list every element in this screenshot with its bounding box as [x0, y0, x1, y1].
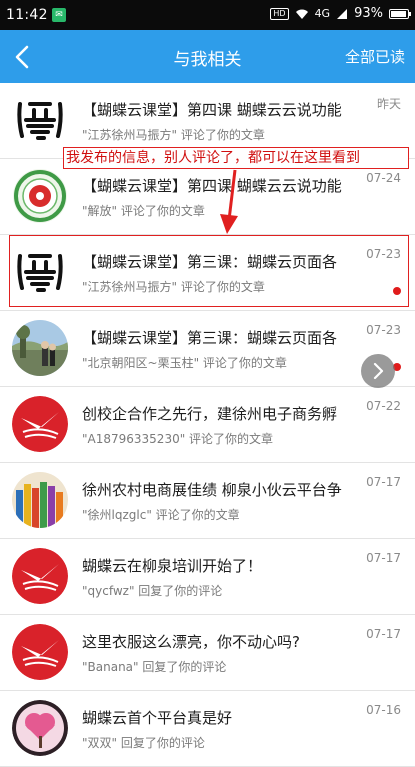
heart-tree-avatar-icon	[12, 700, 68, 756]
avatar	[12, 548, 68, 604]
butterfly-cloud-logo-icon	[12, 548, 68, 604]
item-subtitle: "双双" 回复了你的评论	[82, 736, 205, 750]
status-time: 11:42	[6, 7, 48, 23]
avatar	[12, 320, 68, 376]
item-title: 【蝴蝶云课堂】第三课：蝴蝶云页面各	[82, 329, 338, 347]
pencils-avatar-icon	[12, 472, 68, 528]
chevron-right-icon	[373, 362, 384, 380]
photo-avatar-icon	[12, 320, 68, 376]
avatar	[12, 624, 68, 680]
item-subtitle: "江苏徐州马振方" 评论了你的文章	[82, 128, 265, 142]
avatar	[12, 396, 68, 452]
network-type: 4G	[314, 7, 331, 20]
list-item[interactable]: 【蝴蝶云课堂】第四课 蝴蝶云云说功能 "解放" 评论了你的文章 07-24	[0, 159, 415, 235]
item-date: 07-17	[366, 475, 401, 489]
item-title: 创校企合作之先行，建徐州电子商务孵	[82, 405, 338, 423]
avatar	[12, 472, 68, 528]
item-date: 07-23	[366, 323, 401, 337]
item-subtitle: "A18796335230" 评论了你的文章	[82, 432, 274, 446]
hd-badge: HD	[270, 7, 289, 20]
annotation-highlight-box	[9, 235, 409, 307]
list-item[interactable]: 创校企合作之先行，建徐州电子商务孵 "A18796335230" 评论了你的文章…	[0, 387, 415, 463]
wifi-icon	[295, 9, 308, 19]
item-subtitle: "Banana" 回复了你的评论	[82, 660, 227, 674]
item-title: 徐州农村电商展佳绩 柳泉小伙云平台争	[82, 481, 342, 499]
item-date: 07-16	[366, 703, 401, 717]
battery-percent: 93%	[354, 6, 383, 21]
app-header: 与我相关 全部已读	[0, 30, 415, 83]
butterfly-cloud-logo-icon	[12, 624, 68, 680]
item-subtitle: "徐州lqzglc" 评论了你的文章	[82, 508, 240, 522]
list-item[interactable]: 徐州农村电商展佳绩 柳泉小伙云平台争 "徐州lqzglc" 评论了你的文章 07…	[0, 463, 415, 539]
item-date: 07-24	[366, 171, 401, 185]
item-date: 昨天	[376, 97, 401, 111]
item-date: 07-17	[366, 551, 401, 565]
item-title: 这里衣服这么漂亮，你不动心吗?	[82, 633, 300, 651]
butterfly-cloud-logo-icon	[12, 396, 68, 452]
avatar	[12, 168, 68, 224]
seal-logo-icon	[12, 92, 68, 148]
list-item[interactable]: 蝴蝶云首个平台真是好 "双双" 回复了你的评论 07-16	[0, 691, 415, 767]
annotation-arrow-icon	[220, 169, 238, 234]
notification-icon: ✉	[52, 8, 66, 22]
item-date: 07-22	[366, 399, 401, 413]
item-date: 07-17	[366, 627, 401, 641]
avatar	[12, 700, 68, 756]
item-subtitle: "qycfwz" 回复了你的评论	[82, 584, 223, 598]
avatar	[12, 92, 68, 148]
list-item[interactable]: 【蝴蝶云课堂】第三课：蝴蝶云页面各 "北京朝阳区~栗玉柱" 评论了你的文章 07…	[0, 311, 415, 387]
signal-icon	[337, 8, 348, 19]
item-title: 蝴蝶云首个平台真是好	[82, 709, 233, 727]
item-subtitle: "北京朝阳区~栗玉柱" 评论了你的文章	[82, 356, 287, 370]
next-page-button[interactable]	[361, 354, 395, 388]
item-title: 蝴蝶云在柳泉培训开始了！	[82, 557, 263, 575]
list-item[interactable]: 这里衣服这么漂亮，你不动心吗? "Banana" 回复了你的评论 07-17	[0, 615, 415, 691]
status-bar: 11:42 ✉ HD 4G 93%	[0, 0, 415, 30]
mark-all-read-button[interactable]: 全部已读	[345, 46, 405, 67]
item-title: 【蝴蝶云课堂】第四课 蝴蝶云云说功能	[82, 101, 342, 119]
badge-logo-icon	[13, 169, 67, 223]
list-item[interactable]: 蝴蝶云在柳泉培训开始了！ "qycfwz" 回复了你的评论 07-17	[0, 539, 415, 615]
status-icons: HD 4G 93%	[270, 6, 411, 21]
battery-icon	[389, 8, 411, 19]
annotation-callout: 我发布的信息，别人评论了，都可以在这里看到	[63, 147, 409, 169]
